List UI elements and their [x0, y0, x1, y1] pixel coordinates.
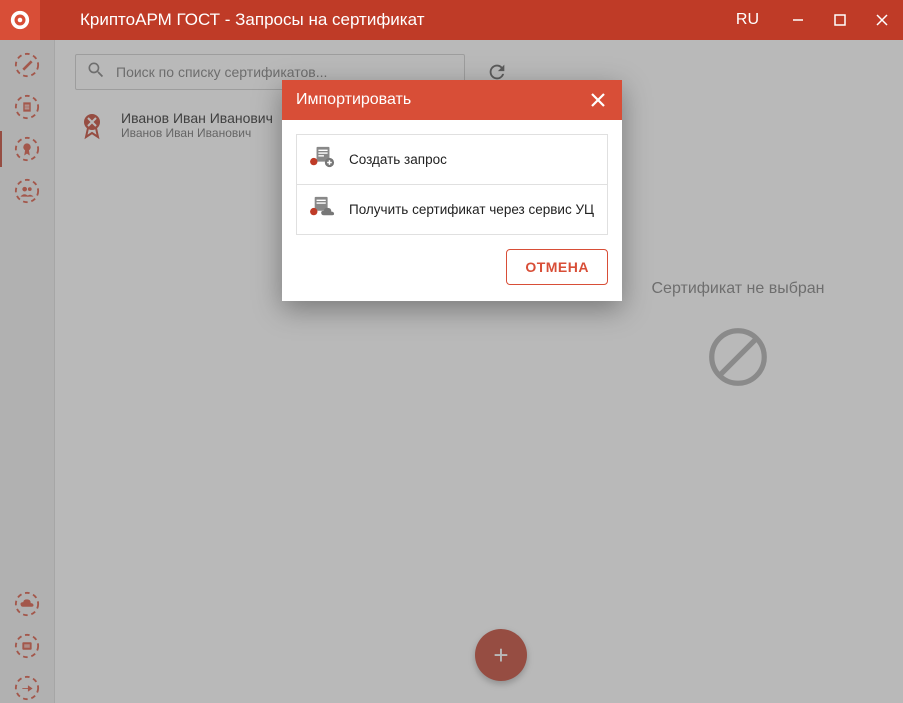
option-create-request[interactable]: Создать запрос — [297, 135, 607, 184]
option-get-via-service[interactable]: Получить сертификат через сервис УЦ — [297, 184, 607, 234]
option-label: Получить сертификат через сервис УЦ — [349, 202, 594, 217]
app-logo — [0, 0, 40, 40]
close-button[interactable] — [861, 0, 903, 40]
import-options-list: Создать запрос Получить сертификат через… — [296, 134, 608, 235]
maximize-button[interactable] — [819, 0, 861, 40]
import-dialog: Импортировать Создать запрос Получить се… — [282, 80, 622, 301]
title-bar: КриптоАРМ ГОСТ - Запросы на сертификат R… — [0, 0, 903, 40]
create-request-icon — [309, 145, 337, 174]
dialog-close-button[interactable] — [588, 90, 608, 110]
dialog-header: Импортировать — [282, 80, 622, 120]
language-selector[interactable]: RU — [718, 11, 777, 29]
cancel-button[interactable]: ОТМЕНА — [506, 249, 608, 285]
cloud-service-icon — [309, 195, 337, 224]
dialog-title: Импортировать — [296, 91, 588, 109]
window-title: КриптоАРМ ГОСТ - Запросы на сертификат — [40, 10, 718, 30]
minimize-button[interactable] — [777, 0, 819, 40]
option-label: Создать запрос — [349, 152, 447, 167]
